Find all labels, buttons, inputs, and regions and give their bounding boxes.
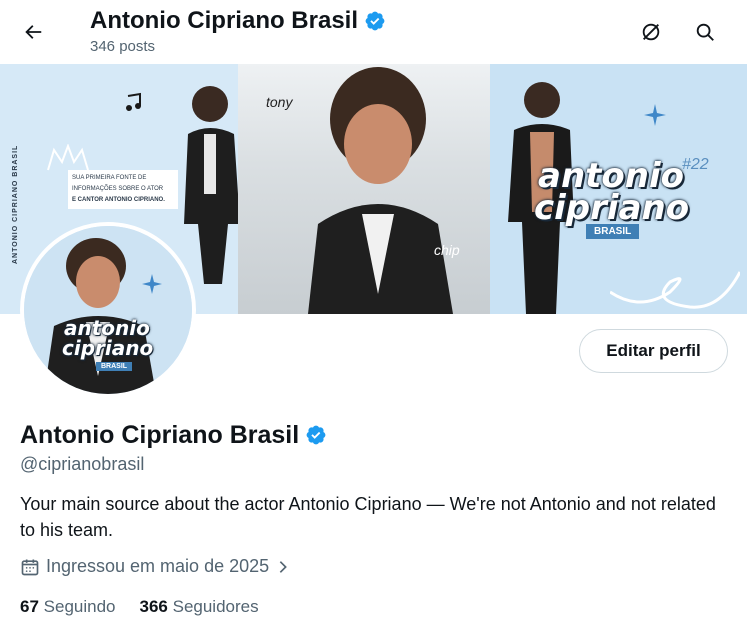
search-button[interactable] <box>686 13 724 51</box>
post-count: 346 posts <box>90 38 156 55</box>
banner-center-panel: tony chip <box>238 64 498 314</box>
banner-vertical-text: ANTONIO CIPRIANO BRASIL <box>12 144 19 264</box>
banner-tagline-1: SUA PRIMEIRA FONTE DE <box>72 175 147 181</box>
swirl-doodle-icon <box>610 271 740 309</box>
following-count: 67 <box>20 597 39 616</box>
banner-tagline-2: INFORMAÇÕES SOBRE O ATOR <box>72 186 164 192</box>
sparkle-icon <box>644 104 666 126</box>
joined-date[interactable]: Ingressou em maio de 2025 <box>20 556 291 577</box>
header-title-group: Antonio Cipriano Brasil 346 posts <box>90 6 386 55</box>
banner-vertical-text-wrap: ANTONIO CIPRIANO BRASIL <box>12 104 22 304</box>
followers-link[interactable]: 366 Seguidores <box>140 597 259 617</box>
followers-label: Seguidores <box>172 597 259 616</box>
search-icon <box>696 23 714 41</box>
followers-count: 366 <box>139 597 168 616</box>
banner-scribble-1: tony <box>266 94 293 110</box>
following-link[interactable]: 67 Seguindo <box>20 597 116 617</box>
banner-logo-badge: BRASIL <box>586 224 640 239</box>
avatar-logo-badge: BRASIL <box>96 362 133 371</box>
arrow-left-icon <box>25 25 42 39</box>
banner-hashtag: #22 <box>682 156 709 173</box>
verified-badge-icon <box>365 11 385 31</box>
banner-tagline-3: E CANTOR ANTONIO CIPRIANO. <box>72 197 165 203</box>
banner-tagline-box: SUA PRIMEIRA FONTE DE INFORMAÇÕES SOBRE … <box>68 170 178 209</box>
profile-bio: Your main source about the actor Antonio… <box>20 494 716 540</box>
banner-photo-center <box>308 67 453 314</box>
top-bar: Antonio Cipriano Brasil 346 posts <box>0 0 747 64</box>
following-label: Seguindo <box>43 597 116 616</box>
banner-logo-line2: cipriano <box>534 188 690 228</box>
follow-stats: 67 Seguindo 366 Seguidores <box>20 597 259 617</box>
edit-profile-button[interactable]: Editar perfil <box>579 329 728 373</box>
avatar-logo-line2: cipriano <box>62 336 154 360</box>
profile-name-text: Antonio Cipriano Brasil <box>20 421 300 449</box>
avatar-logo-line1: antonio <box>64 316 150 340</box>
profile-handle: @ciprianobrasil <box>20 454 145 474</box>
back-button[interactable] <box>14 13 52 51</box>
grok-icon <box>642 23 660 41</box>
header-title: Antonio Cipriano Brasil <box>90 6 386 36</box>
banner-right-panel: #22 antonio cipriano BRASIL <box>490 64 747 314</box>
profile-name: Antonio Cipriano Brasil <box>20 419 327 451</box>
chevron-right-icon <box>279 560 287 573</box>
verified-badge-icon[interactable] <box>305 424 327 446</box>
joined-date-text: Ingressou em maio de 2025 <box>46 556 270 576</box>
banner-scribble-2: chip <box>434 242 460 258</box>
profile-avatar[interactable]: antonio cipriano BRASIL <box>20 222 196 398</box>
grok-button[interactable] <box>632 13 670 51</box>
header-title-text: Antonio Cipriano Brasil <box>90 7 359 34</box>
music-note-icon <box>126 92 141 111</box>
calendar-icon <box>21 559 39 575</box>
